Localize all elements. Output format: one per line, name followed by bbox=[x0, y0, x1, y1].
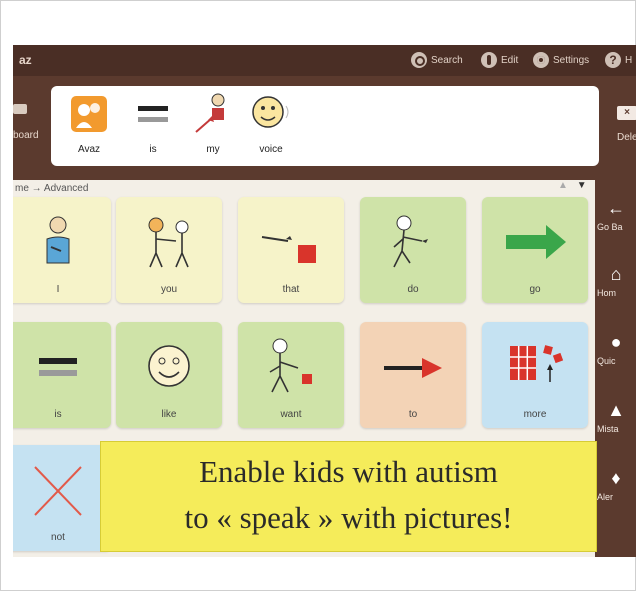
smiley-icon bbox=[148, 345, 190, 387]
person-want-icon bbox=[269, 338, 312, 393]
top-bar: az Search Edit Settings ? H bbox=[13, 45, 636, 76]
sidebar-item-label: Go Ba bbox=[597, 222, 623, 232]
edit-label: Edit bbox=[501, 54, 519, 66]
tile-you[interactable]: you bbox=[116, 197, 222, 303]
edit-icon bbox=[481, 52, 497, 68]
settings-button[interactable]: Settings bbox=[533, 51, 589, 69]
sidebar-item-label: Hom bbox=[597, 288, 617, 298]
two-people-icon bbox=[148, 217, 189, 268]
tile-go[interactable]: go bbox=[482, 197, 588, 303]
more-blocks-icon bbox=[510, 345, 564, 382]
tile-to[interactable]: to bbox=[360, 322, 466, 428]
sentence-word-avaz[interactable]: Avaz bbox=[59, 92, 119, 162]
sidebar: ← Go Ba ⌂ Hom ● Quic ▲ Mista ♦ Aler bbox=[595, 180, 636, 557]
sentence-word-is[interactable]: is bbox=[123, 92, 183, 162]
keyboard-label: board bbox=[13, 130, 39, 141]
tile-label: to bbox=[408, 409, 418, 420]
caption-line-1: Enable kids with autism bbox=[199, 454, 498, 489]
sentence-word-label: Avaz bbox=[77, 144, 101, 155]
green-arrow-icon bbox=[506, 225, 566, 259]
help-button[interactable]: ? H bbox=[605, 51, 632, 69]
sentence-bar: board Avaz is my voice × Dele bbox=[13, 76, 636, 180]
search-label: Search bbox=[431, 54, 463, 66]
caption-line-2: to « speak » with pictures! bbox=[184, 500, 513, 535]
sentence-word-voice[interactable]: voice bbox=[241, 92, 301, 162]
promo-caption: Enable kids with autism to « speak » wit… bbox=[100, 441, 597, 552]
point-at-square-icon bbox=[261, 236, 316, 263]
tile-label: you bbox=[160, 284, 178, 295]
tile-label: want bbox=[280, 409, 302, 420]
arrow-right-icon bbox=[384, 358, 442, 378]
help-icon: ? bbox=[605, 52, 621, 68]
keyboard-button[interactable]: board bbox=[13, 94, 45, 164]
bell-icon: ♦ bbox=[611, 468, 621, 488]
tile-label: I bbox=[56, 284, 60, 295]
tile-more[interactable]: more bbox=[482, 322, 588, 428]
tile-i[interactable]: I bbox=[13, 197, 111, 303]
equals-icon bbox=[130, 92, 176, 136]
my-person-icon bbox=[190, 92, 236, 136]
sidebar-item-quick[interactable]: ● Quic bbox=[595, 324, 636, 384]
tile-is[interactable]: is bbox=[13, 322, 111, 428]
scroll-down-icon[interactable]: ▼ bbox=[577, 180, 587, 191]
tile-that[interactable]: that bbox=[238, 197, 344, 303]
breadcrumb[interactable]: me → Advanced bbox=[13, 180, 595, 198]
delete-label: Dele bbox=[617, 132, 636, 143]
tile-not[interactable]: not bbox=[13, 445, 111, 551]
app-title: az bbox=[19, 53, 32, 67]
search-button[interactable]: Search bbox=[411, 51, 463, 69]
sidebar-item-label: Quic bbox=[597, 356, 616, 366]
talking-face-icon bbox=[248, 92, 294, 136]
tile-do[interactable]: do bbox=[360, 197, 466, 303]
sidebar-item-go-back[interactable]: ← Go Ba bbox=[595, 190, 636, 250]
person-me-icon bbox=[46, 216, 70, 264]
page-frame: az Search Edit Settings ? H board Avaz i… bbox=[0, 0, 636, 591]
settings-label: Settings bbox=[553, 54, 590, 66]
sentence-word-label: voice bbox=[259, 144, 283, 155]
tile-label: that bbox=[282, 284, 300, 295]
edit-button[interactable]: Edit bbox=[481, 51, 518, 69]
back-arrow-icon: ← bbox=[607, 198, 625, 218]
sidebar-item-home[interactable]: ⌂ Hom bbox=[595, 256, 636, 316]
keyboard-icon bbox=[13, 104, 27, 114]
home-icon: ⌂ bbox=[610, 264, 622, 284]
sidebar-item-label: Aler bbox=[597, 492, 614, 502]
sentence-word-my[interactable]: my bbox=[183, 92, 243, 162]
tile-like[interactable]: like bbox=[116, 322, 222, 428]
scroll-up-icon[interactable]: ▲ bbox=[558, 180, 568, 191]
tile-label: do bbox=[407, 284, 419, 295]
sidebar-item-alert[interactable]: ♦ Aler bbox=[595, 460, 636, 520]
tile-label: not bbox=[51, 532, 65, 543]
sidebar-item-mistake[interactable]: ▲ Mista bbox=[595, 392, 636, 452]
tile-label: more bbox=[523, 409, 547, 420]
sidebar-item-label: Mista bbox=[597, 424, 619, 434]
person-doing-icon bbox=[393, 215, 428, 268]
help-label: H bbox=[625, 54, 633, 66]
sentence-word-label: my bbox=[206, 144, 220, 155]
red-x-icon bbox=[34, 466, 82, 516]
tile-label: go bbox=[529, 284, 541, 295]
sentence-word-label: is bbox=[149, 144, 157, 155]
tile-label: like bbox=[161, 409, 177, 420]
scroll-arrows[interactable]: ▲ ▼ bbox=[558, 180, 587, 191]
delete-button[interactable]: × Dele bbox=[607, 94, 636, 164]
tile-label: is bbox=[54, 409, 62, 420]
equals-icon bbox=[39, 358, 77, 376]
gear-icon bbox=[533, 52, 549, 68]
search-icon bbox=[411, 52, 427, 68]
backspace-icon: × bbox=[617, 106, 636, 120]
quick-icon: ● bbox=[610, 332, 622, 352]
tile-want[interactable]: want bbox=[238, 322, 344, 428]
warning-icon: ▲ bbox=[607, 400, 625, 420]
avaz-logo-icon bbox=[66, 92, 112, 136]
sentence-box[interactable]: Avaz is my voice bbox=[51, 86, 599, 166]
